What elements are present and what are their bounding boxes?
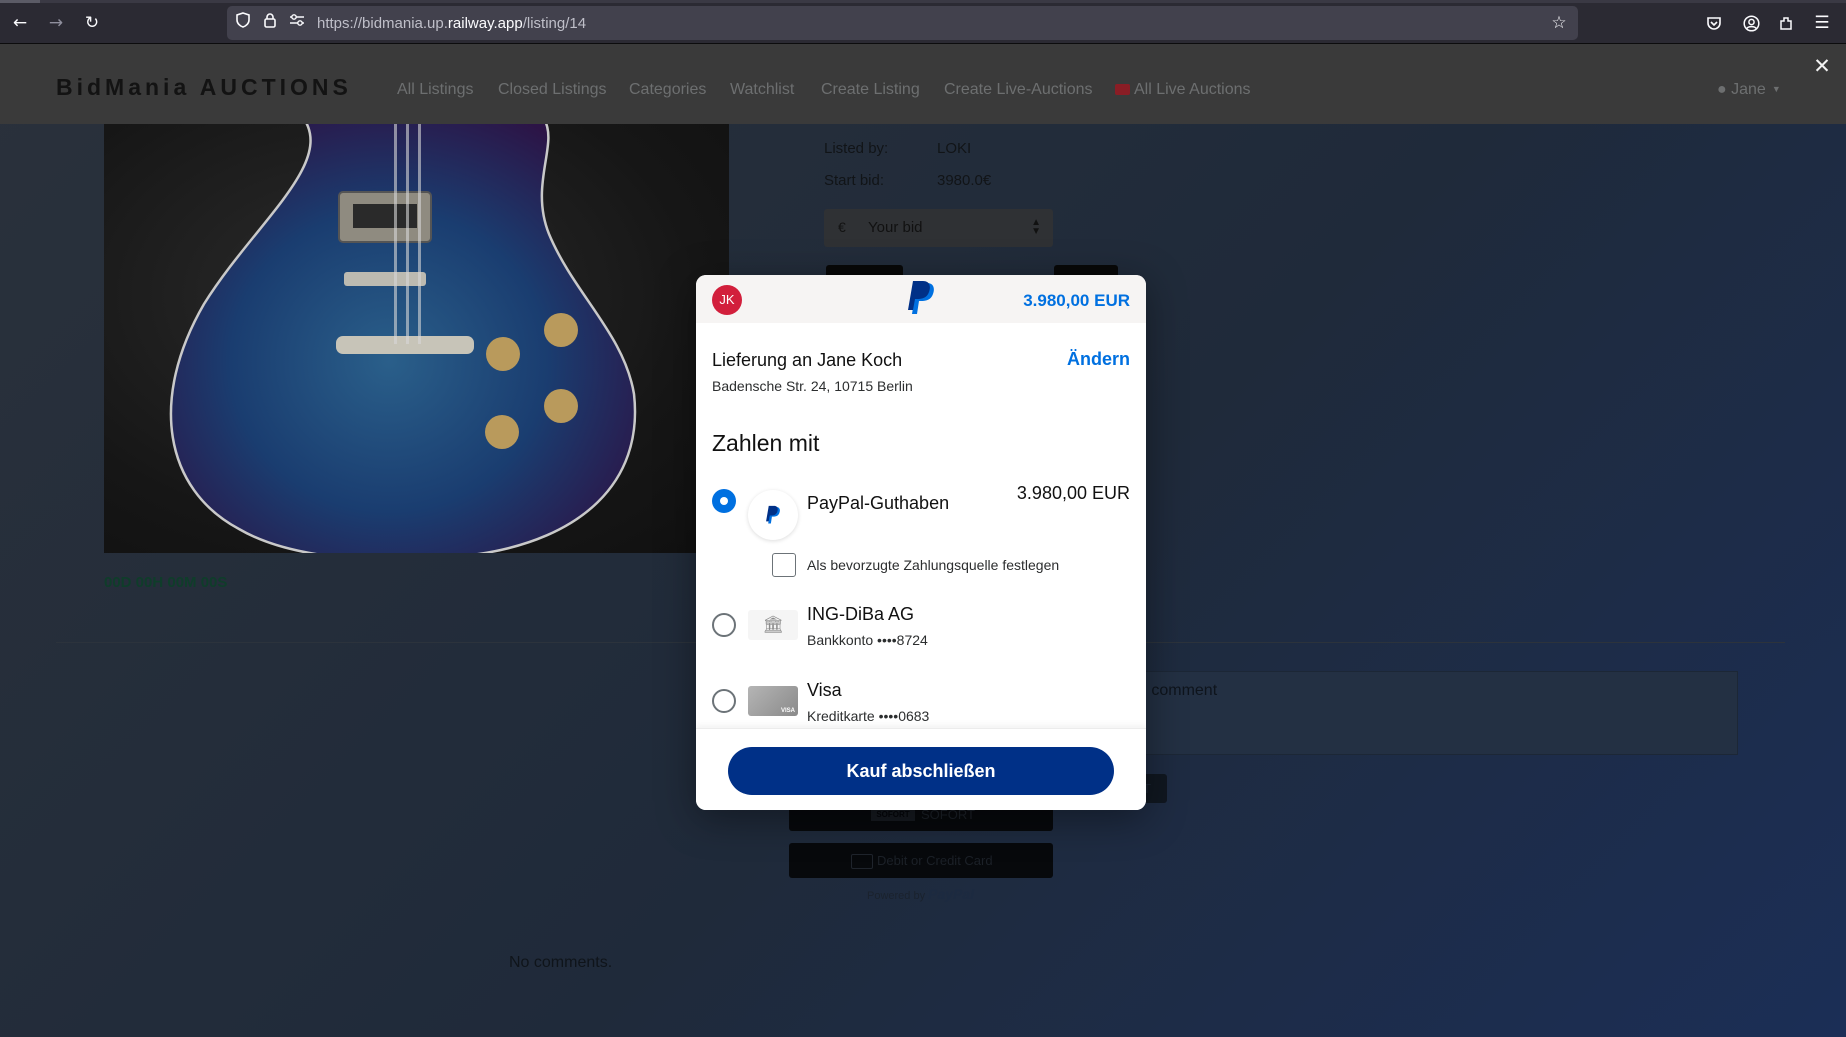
listed-by-value: LOKI [937,140,972,157]
bank-icon: 🏛 [748,610,798,640]
paypal-checkout-modal: JK 3.980,00 EUR Lieferung an Jane Koch Ä… [696,275,1146,810]
complete-purchase-button[interactable]: Kauf abschließen [728,747,1114,795]
listing-image [104,124,729,553]
card-button-label: Debit or Credit Card [877,853,993,868]
shipping-title: Lieferung an Jane Koch [712,350,903,370]
visa-badge: VISA [780,708,795,714]
close-icon[interactable]: ✕ [1810,54,1834,78]
nav-create-live-auctions[interactable]: Create Live-Auctions [944,81,1093,99]
account-icon[interactable] [1739,11,1763,35]
extensions-icon[interactable] [1774,11,1798,35]
paypal-balance-title[interactable]: PayPal-Guthaben [807,493,949,514]
shield-icon[interactable] [233,12,253,34]
powered-by-paypal: Powered by PayPal [867,886,974,902]
nav-create-listing[interactable]: Create Listing [821,81,920,99]
start-bid-value: 3980.0€ [937,172,992,189]
avatar[interactable]: JK [712,285,742,315]
guitar-photo [169,124,637,553]
no-comments-text: No comments. [509,954,613,971]
radio-paypal-balance[interactable] [712,489,736,513]
paypal-balance-icon [748,490,798,540]
shipping-address: Badensche Str. 24, 10715 Berlin [712,378,913,394]
start-bid-label: Start bid: [824,172,885,189]
url-path: /listing/14 [522,15,587,32]
header-amount: 3.980,00 EUR [1023,291,1130,310]
user-icon: ● [1717,81,1727,98]
live-camera-icon [1115,84,1130,95]
radio-ing-diba[interactable] [712,613,736,637]
site-navbar: BidMania AUCTIONS All Listings Closed Li… [0,44,1846,124]
ing-diba-subtitle: Bankkonto ••••8724 [807,632,928,648]
nav-closed-listings[interactable]: Closed Listings [498,81,607,99]
user-name: Jane [1731,81,1766,98]
number-spinner-icon[interactable]: ▲ ▼ [1031,218,1041,237]
lock-icon[interactable] [260,12,280,34]
paypal-balance-amount: 3.980,00 EUR [1016,483,1130,503]
url-text[interactable]: https://bidmania.up.railway.app/listing/… [317,15,586,32]
nav-all-listings[interactable]: All Listings [397,81,473,99]
radio-visa[interactable] [712,689,736,713]
listed-by-label: Listed by: [824,140,889,157]
powered-by-brand: PayPal [928,886,975,902]
url-prefix: https://bidmania.up. [317,15,448,32]
bid-input[interactable]: € Your bid ▲ ▼ [824,209,1053,247]
paypal-header: JK 3.980,00 EUR [696,275,1146,323]
nav-categories[interactable]: Categories [629,81,706,99]
back-arrow-icon[interactable]: ← [8,11,32,35]
change-address-link[interactable]: Ändern [1067,349,1130,370]
browser-toolbar: ← → ↻ https://bidmania.up.railway.app/li… [0,0,1846,44]
comment-textarea[interactable]: d comment [1093,671,1738,755]
visa-title[interactable]: Visa [807,680,842,701]
visa-card-icon: VISA [748,686,798,716]
preferred-source-checkbox[interactable] [772,553,796,577]
paypal-footer: Kauf abschließen [696,728,1146,810]
currency-symbol: € [838,219,846,235]
preferred-source-label[interactable]: Als bevorzugte Zahlungsquelle festlegen [807,557,1059,573]
tab-strip [0,0,1846,3]
url-host: railway.app [447,15,523,32]
powered-by-text: Powered by [867,890,926,902]
pocket-icon[interactable] [1702,11,1726,35]
forward-arrow-icon[interactable]: → [44,11,68,35]
nav-all-live-auctions[interactable]: All Live Auctions [1115,81,1251,99]
visa-subtitle: Kreditkarte ••••0683 [807,708,930,724]
url-bar[interactable]: https://bidmania.up.railway.app/listing/… [227,6,1578,40]
reload-icon[interactable]: ↻ [80,11,104,35]
auction-countdown: 00D 00H 00M 00S [104,574,228,591]
nav-watchlist[interactable]: Watchlist [730,81,794,99]
site-brand[interactable]: BidMania AUCTIONS [56,74,352,101]
permissions-icon[interactable] [287,12,307,34]
debit-credit-card-button[interactable]: Debit or Credit Card [789,843,1053,878]
comment-placeholder: d comment [1138,682,1218,699]
caret-down-icon: ▼ [1771,84,1781,94]
active-tab-indicator[interactable] [0,0,40,3]
nav-all-live-auctions-label: All Live Auctions [1134,81,1251,98]
paypal-logo-icon [906,280,936,316]
pay-with-heading: Zahlen mit [712,430,820,456]
hamburger-menu-icon[interactable]: ☰ [1810,11,1834,35]
ing-diba-title[interactable]: ING-DiBa AG [807,604,914,625]
credit-card-icon [851,854,873,869]
user-menu[interactable]: ● Jane ▼ [1717,81,1781,99]
star-icon[interactable]: ☆ [1549,12,1569,34]
bid-placeholder: Your bid [868,219,923,236]
